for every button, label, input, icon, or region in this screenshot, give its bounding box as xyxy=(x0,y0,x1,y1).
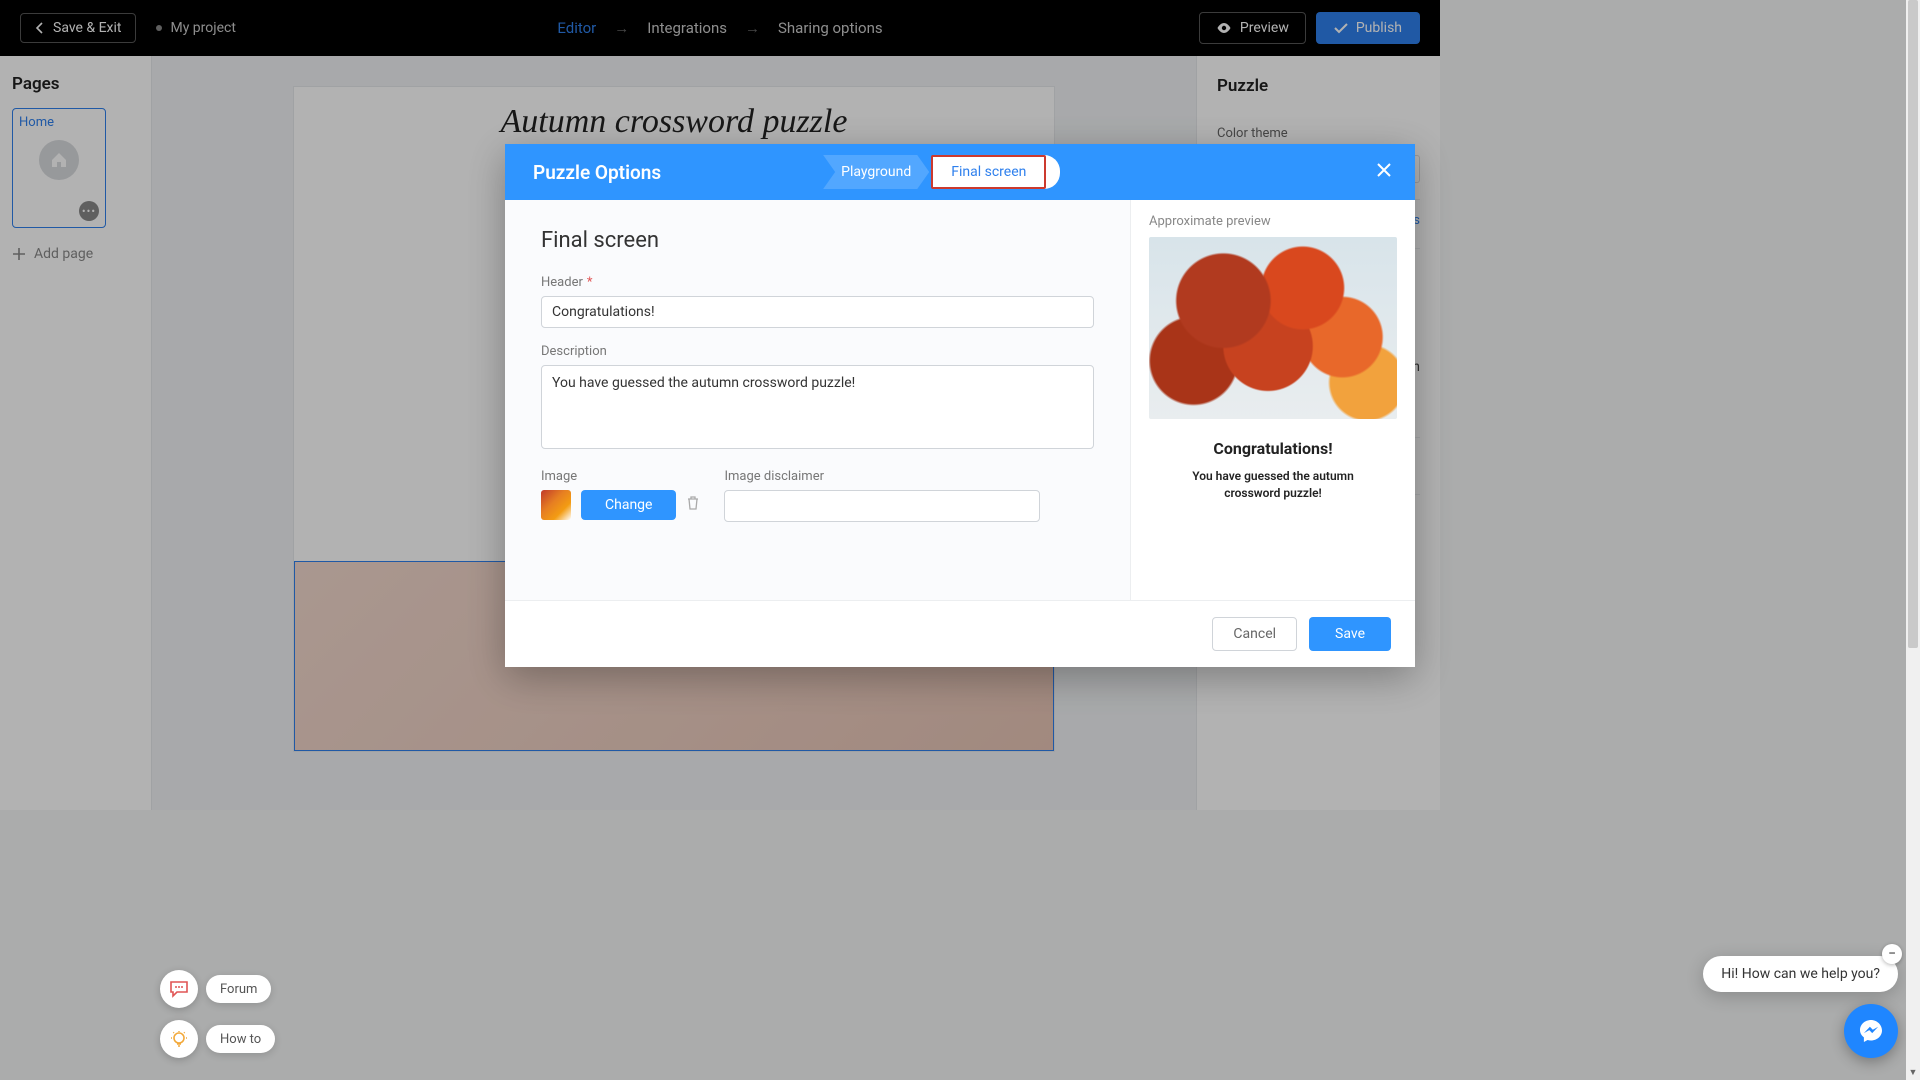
required-icon: * xyxy=(587,275,593,290)
image-controls: Change xyxy=(541,490,700,520)
tab-final-screen[interactable]: Final screen xyxy=(931,155,1046,189)
close-icon xyxy=(1375,161,1393,179)
cancel-button[interactable]: Cancel xyxy=(1212,617,1297,651)
tab-cap-decoration xyxy=(1044,155,1060,189)
delete-image-button[interactable] xyxy=(686,495,700,515)
puzzle-options-modal: Puzzle Options Playground Final screen F… xyxy=(505,144,1415,667)
forum-label[interactable]: Forum xyxy=(206,975,271,1003)
messenger-icon xyxy=(1857,1017,1885,1045)
tab-playground-label: Playground xyxy=(841,164,911,180)
chat-prompt-bubble[interactable]: Hi! How can we help you? − xyxy=(1703,956,1898,992)
lightbulb-icon xyxy=(169,1029,189,1049)
modal-body: Final screen Header * Description Image C… xyxy=(505,200,1415,600)
modal-tabs: Playground Final screen xyxy=(823,155,1060,189)
preview-description: You have guessed the autumn crossword pu… xyxy=(1149,468,1397,502)
save-button[interactable]: Save xyxy=(1309,617,1391,651)
header-label-text: Header xyxy=(541,275,583,290)
tab-final-label: Final screen xyxy=(951,164,1026,180)
tab-playground[interactable]: Playground xyxy=(823,155,929,189)
form-title: Final screen xyxy=(541,228,1094,253)
modal-close-button[interactable] xyxy=(1375,161,1393,183)
change-image-button[interactable]: Change xyxy=(581,490,676,520)
preview-image xyxy=(1149,237,1397,419)
image-row: Image Change Image disclaimer xyxy=(541,469,1094,522)
description-label: Description xyxy=(541,344,1094,359)
forum-button[interactable] xyxy=(160,970,198,1008)
howto-button[interactable] xyxy=(160,1020,198,1058)
scrollbar-thumb[interactable] xyxy=(1908,0,1918,648)
forum-icon xyxy=(169,980,189,998)
description-textarea[interactable] xyxy=(541,365,1094,449)
trash-icon xyxy=(686,495,700,511)
preview-heading: Congratulations! xyxy=(1149,439,1397,458)
chat-prompt-text: Hi! How can we help you? xyxy=(1721,966,1880,982)
chat-fab-button[interactable] xyxy=(1844,1004,1898,1058)
vertical-scrollbar[interactable]: ▲ ▼ xyxy=(1906,0,1920,1080)
modal-header: Puzzle Options Playground Final screen xyxy=(505,144,1415,200)
final-screen-form: Final screen Header * Description Image C… xyxy=(505,200,1131,600)
chat-close-button[interactable]: − xyxy=(1882,944,1902,964)
modal-title: Puzzle Options xyxy=(533,161,661,184)
disclaimer-input[interactable] xyxy=(724,490,1040,522)
approximate-preview: Approximate preview Congratulations! You… xyxy=(1131,200,1415,600)
preview-label: Approximate preview xyxy=(1149,214,1397,229)
image-label: Image xyxy=(541,469,700,484)
header-label: Header * xyxy=(541,275,1094,290)
disclaimer-label: Image disclaimer xyxy=(724,469,1040,484)
howto-label[interactable]: How to xyxy=(206,1025,275,1053)
image-thumbnail[interactable] xyxy=(541,490,571,520)
header-input[interactable] xyxy=(541,296,1094,328)
modal-footer: Cancel Save xyxy=(505,600,1415,667)
scroll-down-icon[interactable]: ▼ xyxy=(1908,1067,1918,1079)
